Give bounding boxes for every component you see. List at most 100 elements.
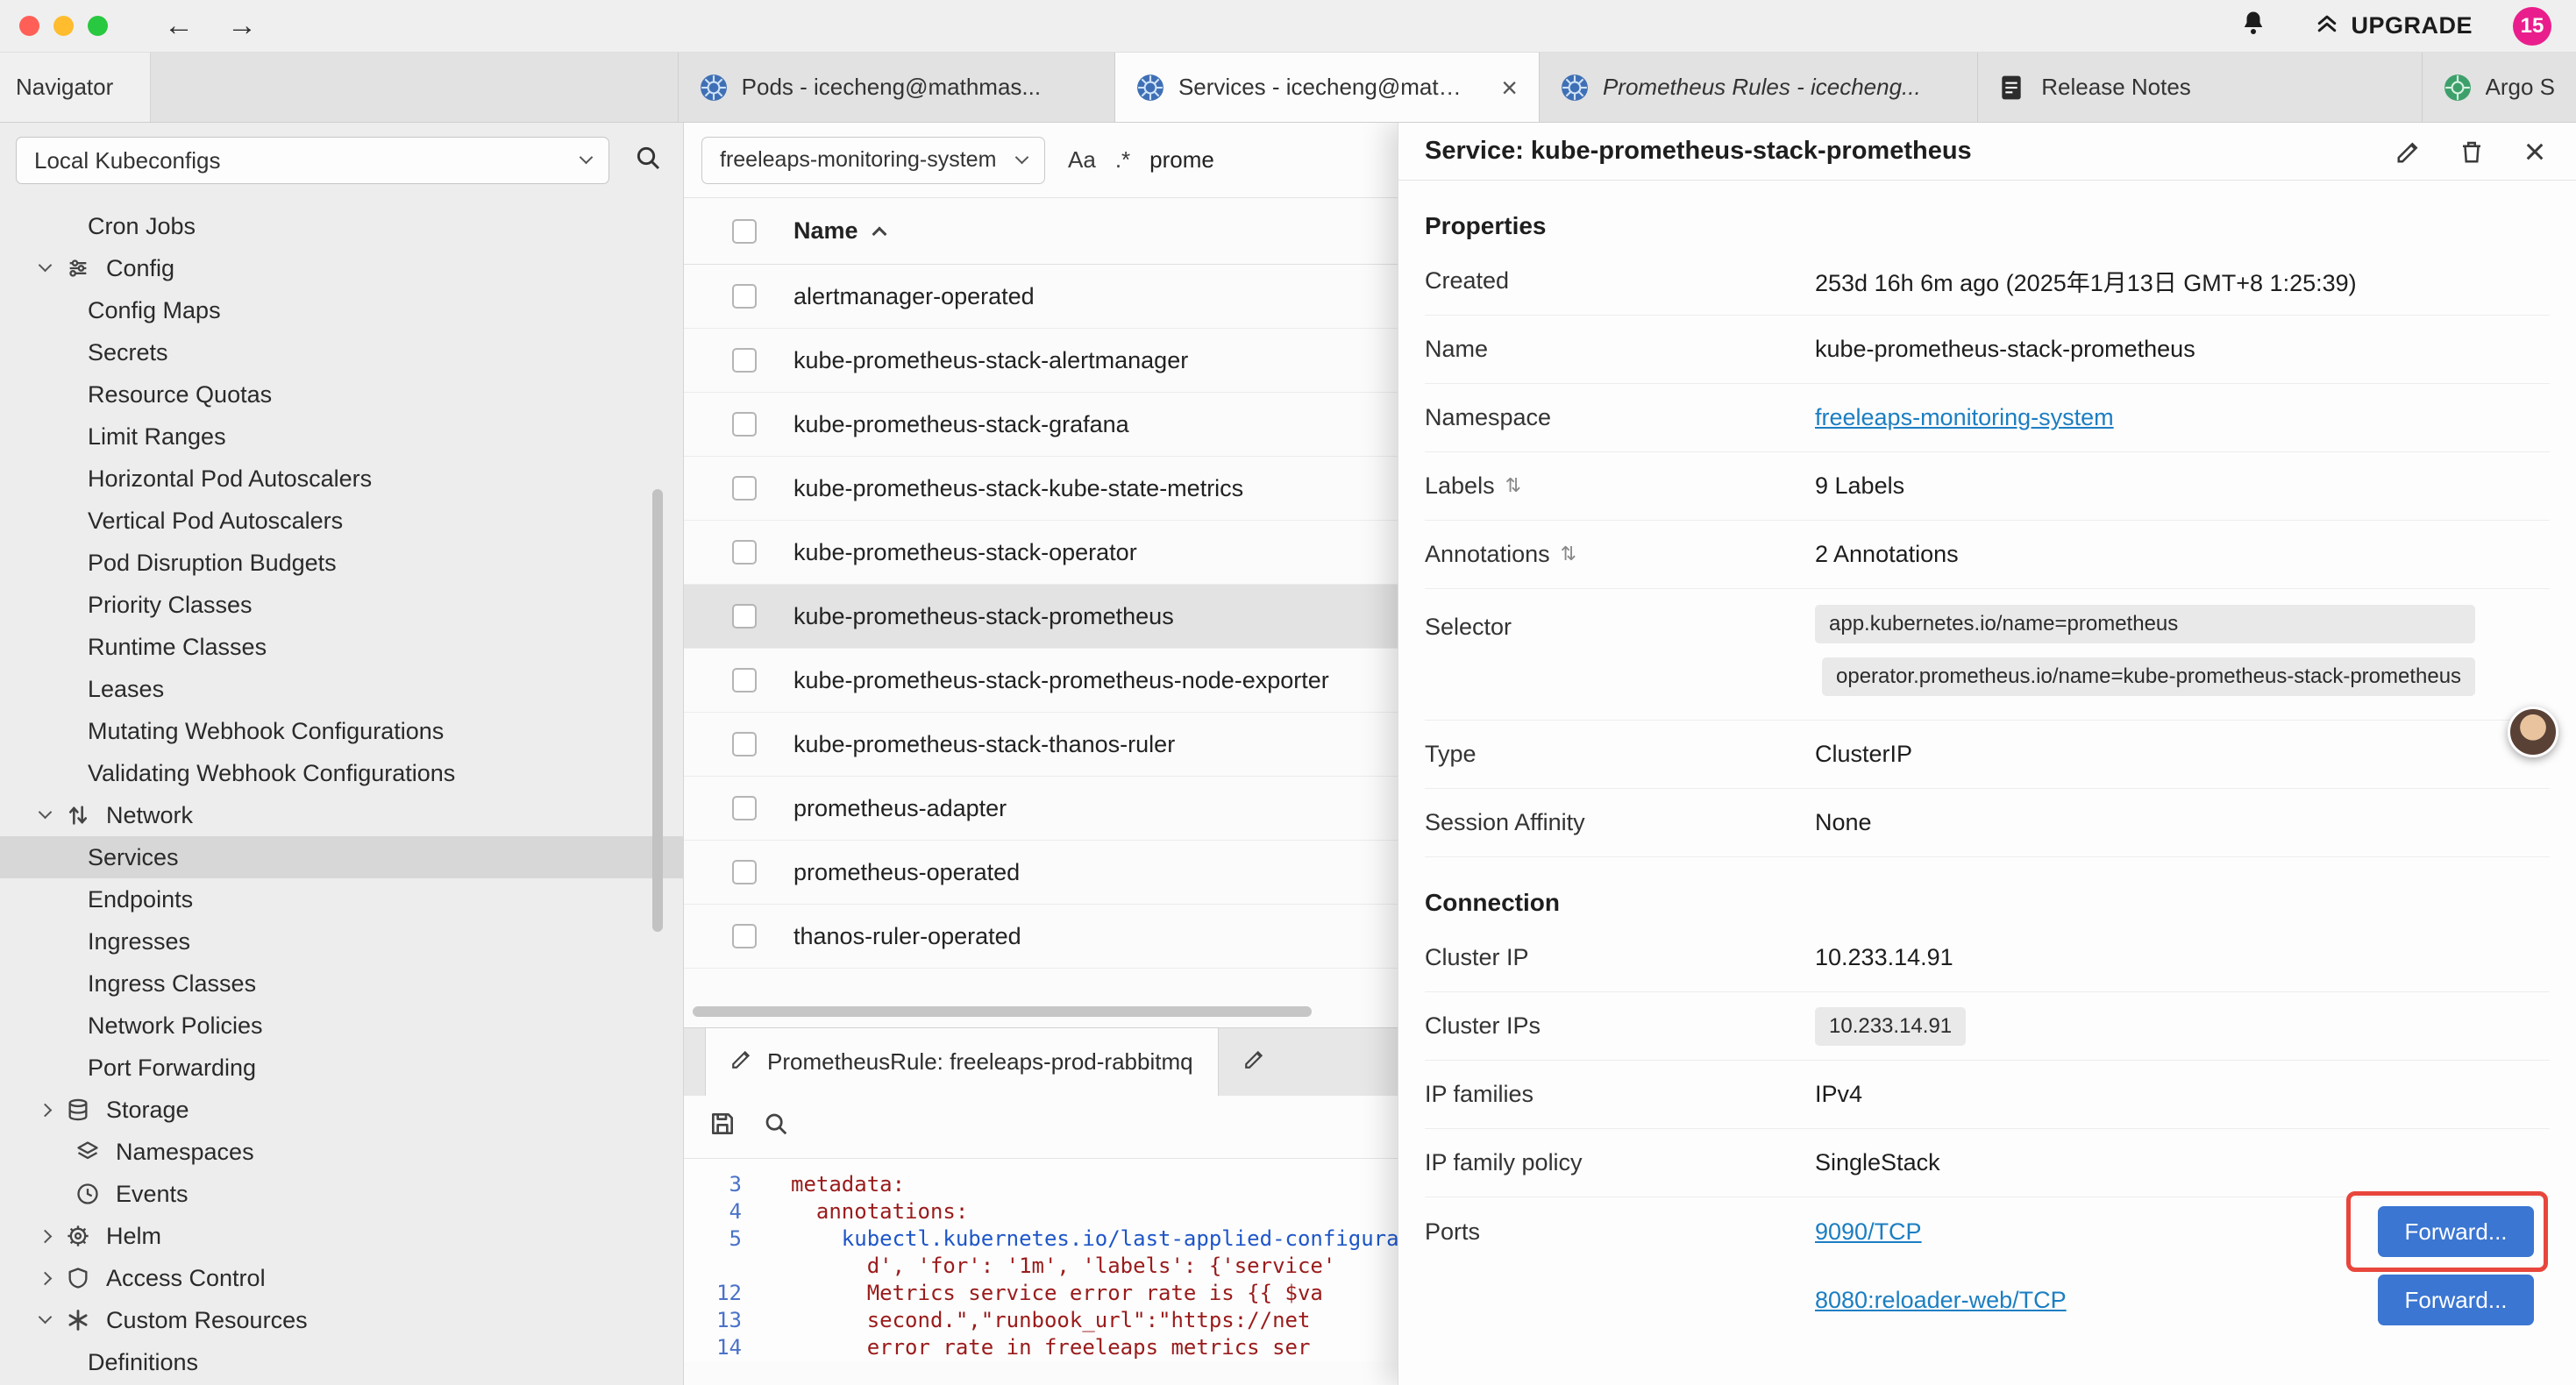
close-panel-button[interactable]: × [2520, 137, 2550, 167]
clock-icon [74, 1180, 102, 1208]
column-header-name[interactable]: Name [793, 217, 885, 245]
row-checkbox[interactable] [732, 924, 757, 948]
sidebar-item-events[interactable]: Events [0, 1173, 683, 1215]
code-line: d', 'for': '1m', 'labels': {'service' [761, 1253, 1335, 1280]
sidebar-item-priority-classes[interactable]: Priority Classes [0, 584, 683, 626]
expand-labels-icon[interactable]: ⇅ [1505, 475, 1521, 497]
sidebar-item-storage[interactable]: Storage [0, 1089, 683, 1131]
sidebar-item-label: Config Maps [88, 297, 221, 324]
forward-button[interactable]: Forward... [2378, 1275, 2534, 1325]
port-line: 8080:reloader-web/TCP Forward... [1815, 1266, 2550, 1334]
sidebar-scrollbar[interactable] [652, 489, 663, 932]
sidebar-item-label: Services [88, 844, 179, 871]
notification-count-badge[interactable]: 15 [2513, 7, 2551, 46]
tab-services[interactable]: Services - icecheng@math... × [1115, 53, 1540, 122]
sidebar-item-network-policies[interactable]: Network Policies [0, 1005, 683, 1047]
sidebar-item-pod-disruption-budgets[interactable]: Pod Disruption Budgets [0, 542, 683, 584]
dock-tab-prometheusrule[interactable]: PrometheusRule: freeleaps-prod-rabbitmq [705, 1028, 1219, 1096]
sidebar-item-leases[interactable]: Leases [0, 668, 683, 710]
sidebar-item-ingresses[interactable]: Ingresses [0, 920, 683, 962]
cluster-ip-badge: 10.233.14.91 [1815, 1007, 1966, 1046]
row-checkbox[interactable] [732, 732, 757, 756]
row-checkbox[interactable] [732, 860, 757, 884]
sidebar-item-validating-webhook-configurations[interactable]: Validating Webhook Configurations [0, 752, 683, 794]
match-case-toggle[interactable]: Aa [1068, 146, 1096, 174]
sidebar-item-config-maps[interactable]: Config Maps [0, 289, 683, 331]
editor-search-button[interactable] [763, 1111, 789, 1143]
list-search-input[interactable] [1149, 146, 1342, 174]
sidebar-item-label: Limit Ranges [88, 423, 226, 451]
notifications-button[interactable] [2240, 10, 2266, 42]
minimize-window-button[interactable] [53, 16, 74, 36]
regex-toggle[interactable]: .* [1115, 146, 1130, 174]
row-checkbox[interactable] [732, 668, 757, 692]
close-window-button[interactable] [19, 16, 39, 36]
port-link[interactable]: 8080:reloader-web/TCP [1815, 1287, 2378, 1314]
sidebar-item-definitions[interactable]: Definitions [0, 1341, 683, 1383]
save-button[interactable] [708, 1110, 737, 1144]
sidebar-item-label: Cron Jobs [88, 213, 196, 240]
service-name: prometheus-adapter [793, 795, 1007, 822]
tab-release-notes[interactable]: Release Notes [1978, 53, 2422, 122]
tab-prometheus-rules[interactable]: Prometheus Rules - icecheng... [1540, 53, 1978, 122]
back-button[interactable]: ← [164, 9, 194, 43]
property-label: Cluster IP [1425, 944, 1815, 971]
row-checkbox[interactable] [732, 604, 757, 629]
port-link[interactable]: 9090/TCP [1815, 1218, 2378, 1246]
upgrade-button[interactable]: UPGRADE [2314, 10, 2473, 42]
namespace-link[interactable]: freeleaps-monitoring-system [1815, 404, 2114, 431]
property-row-created: Created 253d 16h 6m ago (2025年1月13日 GMT+… [1425, 247, 2550, 316]
row-checkbox[interactable] [732, 796, 757, 820]
sidebar-item-network[interactable]: Network [0, 794, 683, 836]
sidebar-item-services[interactable]: Services [0, 836, 683, 878]
select-all-checkbox[interactable] [732, 219, 757, 244]
expand-annotations-icon[interactable]: ⇅ [1561, 543, 1576, 565]
edit-button[interactable] [2394, 137, 2423, 167]
sidebar-item-label: Secrets [88, 339, 168, 366]
sidebar-item-helm[interactable]: Helm [0, 1215, 683, 1257]
sidebar-item-runtime-classes[interactable]: Runtime Classes [0, 626, 683, 668]
maximize-window-button[interactable] [88, 16, 108, 36]
avatar[interactable] [2508, 707, 2558, 757]
property-label: Ports [1425, 1197, 1815, 1246]
sidebar-item-access-control[interactable]: Access Control [0, 1257, 683, 1299]
sidebar-item-custom-resources[interactable]: Custom Resources [0, 1299, 683, 1341]
forward-button[interactable]: → [227, 9, 257, 43]
sidebar-item-limit-ranges[interactable]: Limit Ranges [0, 416, 683, 458]
tab-pods[interactable]: Pods - icecheng@mathmas... [679, 53, 1115, 122]
sidebar-item-namespaces[interactable]: Namespaces [0, 1131, 683, 1173]
row-checkbox[interactable] [732, 284, 757, 309]
row-checkbox[interactable] [732, 476, 757, 501]
tab-argo[interactable]: Argo S [2423, 53, 2576, 122]
navigator-label: Navigator [16, 74, 113, 101]
close-tab-icon[interactable]: × [1501, 74, 1518, 102]
sidebar-item-endpoints[interactable]: Endpoints [0, 878, 683, 920]
namespace-selector[interactable]: freeleaps-monitoring-system [701, 137, 1045, 184]
sidebar-item-label: Definitions [88, 1349, 198, 1376]
kubeconfig-selector[interactable]: Local Kubeconfigs [16, 137, 609, 184]
sidebar-item-label: Port Forwarding [88, 1055, 256, 1082]
sidebar-item-secrets[interactable]: Secrets [0, 331, 683, 373]
property-value: 9 Labels [1815, 472, 1904, 500]
sidebar-item-port-forwarding[interactable]: Port Forwarding [0, 1047, 683, 1089]
sidebar-item-vertical-pod-autoscalers[interactable]: Vertical Pod Autoscalers [0, 500, 683, 542]
sidebar-item-config[interactable]: Config [0, 247, 683, 289]
navigator-tree: Cron Jobs Config Config Maps Secrets Res… [0, 205, 683, 1383]
row-checkbox[interactable] [732, 412, 757, 437]
sidebar-item-ingress-classes[interactable]: Ingress Classes [0, 962, 683, 1005]
navigator-panel-tab[interactable]: Navigator [0, 53, 151, 122]
forward-button[interactable]: Forward... [2378, 1206, 2534, 1257]
delete-button[interactable] [2457, 137, 2487, 167]
row-checkbox[interactable] [732, 540, 757, 565]
sidebar-item-horizontal-pod-autoscalers[interactable]: Horizontal Pod Autoscalers [0, 458, 683, 500]
chevron-down-icon [39, 806, 53, 820]
sidebar-search-button[interactable] [629, 141, 667, 180]
horizontal-scrollbar[interactable] [693, 1006, 1312, 1017]
sidebar-item-cron-jobs[interactable]: Cron Jobs [0, 205, 683, 247]
line-number: 14 [684, 1334, 761, 1361]
service-name: kube-prometheus-stack-kube-state-metrics [793, 475, 1243, 502]
sidebar-item-resource-quotas[interactable]: Resource Quotas [0, 373, 683, 416]
row-checkbox[interactable] [732, 348, 757, 373]
sidebar-item-mutating-webhook-configurations[interactable]: Mutating Webhook Configurations [0, 710, 683, 752]
property-value: ClusterIP [1815, 741, 1912, 768]
